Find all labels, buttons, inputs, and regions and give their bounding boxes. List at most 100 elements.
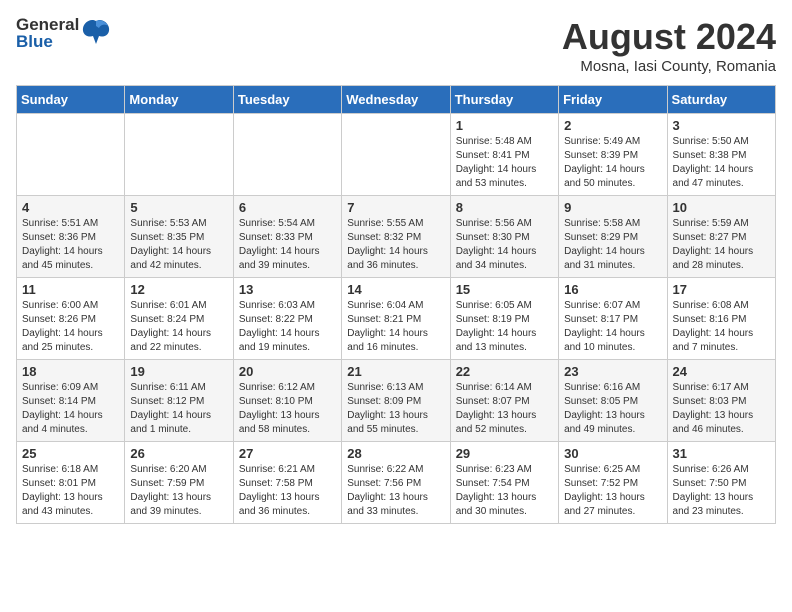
day-info: Sunrise: 6:01 AMSunset: 8:24 PMDaylight:…: [130, 299, 227, 355]
day-info: Sunrise: 5:48 AMSunset: 8:41 PMDaylight:…: [456, 135, 553, 191]
weekday-header-friday: Friday: [559, 86, 667, 114]
calendar-week-5: 25Sunrise: 6:18 AMSunset: 8:01 PMDayligh…: [17, 442, 776, 524]
day-info: Sunrise: 6:20 AMSunset: 7:59 PMDaylight:…: [130, 463, 227, 519]
calendar-cell: 26 Sunrise: 6:20 AMSunset: 7:59 PMDayligh…: [125, 442, 233, 524]
logo-general: General: [16, 16, 79, 33]
logo-bird-icon: [81, 16, 111, 46]
title-block: August 2024 Mosna, Iasi County, Romania: [562, 16, 776, 75]
day-info: Sunrise: 6:05 AMSunset: 8:19 PMDaylight:…: [456, 299, 553, 355]
day-number: 5: [130, 200, 227, 215]
calendar-cell: 13Sunrise: 6:03 AMSunset: 8:22 PMDayligh…: [233, 278, 341, 360]
calendar-week-1: 1 Sunrise: 5:48 AMSunset: 8:41 PMDaylight…: [17, 114, 776, 196]
day-number: 7: [347, 200, 444, 215]
calendar-cell: 24 Sunrise: 6:17 AMSunset: 8:03 PMDayligh…: [667, 360, 775, 442]
day-number: 22: [456, 364, 553, 379]
day-info: Sunrise: 5:51 AMSunset: 8:36 PMDaylight:…: [22, 217, 119, 273]
day-info: Sunrise: 5:49 AMSunset: 8:39 PMDaylight:…: [564, 135, 661, 191]
day-number: 21: [347, 364, 444, 379]
day-number: 12: [130, 282, 227, 297]
calendar-cell: 22 Sunrise: 6:14 AMSunset: 8:07 PMDayligh…: [450, 360, 558, 442]
calendar-cell: 12 Sunrise: 6:01 AMSunset: 8:24 PMDayligh…: [125, 278, 233, 360]
calendar-cell: 14Sunrise: 6:04 AMSunset: 8:21 PMDayligh…: [342, 278, 450, 360]
weekday-header-saturday: Saturday: [667, 86, 775, 114]
calendar-cell: [125, 114, 233, 196]
logo: General Blue: [16, 16, 111, 50]
day-number: 29: [456, 446, 553, 461]
location-subtitle: Mosna, Iasi County, Romania: [562, 58, 776, 75]
day-info: Sunrise: 5:53 AMSunset: 8:35 PMDaylight:…: [130, 217, 227, 273]
calendar-cell: 15 Sunrise: 6:05 AMSunset: 8:19 PMDayligh…: [450, 278, 558, 360]
day-number: 23: [564, 364, 661, 379]
day-number: 27: [239, 446, 336, 461]
day-info: Sunrise: 6:25 AMSunset: 7:52 PMDaylight:…: [564, 463, 661, 519]
calendar-cell: 31 Sunrise: 6:26 AMSunset: 7:50 PMDayligh…: [667, 442, 775, 524]
day-number: 11: [22, 282, 119, 297]
weekday-header-sunday: Sunday: [17, 86, 125, 114]
calendar-cell: 20 Sunrise: 6:12 AMSunset: 8:10 PMDayligh…: [233, 360, 341, 442]
calendar-cell: 27 Sunrise: 6:21 AMSunset: 7:58 PMDayligh…: [233, 442, 341, 524]
day-info: Sunrise: 6:17 AMSunset: 8:03 PMDaylight:…: [673, 381, 770, 437]
calendar-cell: 1 Sunrise: 5:48 AMSunset: 8:41 PMDaylight…: [450, 114, 558, 196]
day-number: 26: [130, 446, 227, 461]
day-number: 24: [673, 364, 770, 379]
calendar-cell: [233, 114, 341, 196]
day-number: 19: [130, 364, 227, 379]
month-year-title: August 2024: [562, 16, 776, 58]
calendar-cell: 9 Sunrise: 5:58 AMSunset: 8:29 PMDaylight…: [559, 196, 667, 278]
day-info: Sunrise: 5:58 AMSunset: 8:29 PMDaylight:…: [564, 217, 661, 273]
day-info: Sunrise: 6:08 AMSunset: 8:16 PMDaylight:…: [673, 299, 770, 355]
calendar-cell: [342, 114, 450, 196]
calendar-cell: 16 Sunrise: 6:07 AMSunset: 8:17 PMDayligh…: [559, 278, 667, 360]
day-info: Sunrise: 6:26 AMSunset: 7:50 PMDaylight:…: [673, 463, 770, 519]
calendar-cell: 10Sunrise: 5:59 AMSunset: 8:27 PMDayligh…: [667, 196, 775, 278]
day-info: Sunrise: 5:56 AMSunset: 8:30 PMDaylight:…: [456, 217, 553, 273]
day-info: Sunrise: 6:11 AMSunset: 8:12 PMDaylight:…: [130, 381, 227, 437]
calendar-cell: 8 Sunrise: 5:56 AMSunset: 8:30 PMDaylight…: [450, 196, 558, 278]
weekday-header-thursday: Thursday: [450, 86, 558, 114]
day-info: Sunrise: 6:12 AMSunset: 8:10 PMDaylight:…: [239, 381, 336, 437]
day-info: Sunrise: 5:50 AMSunset: 8:38 PMDaylight:…: [673, 135, 770, 191]
day-info: Sunrise: 6:21 AMSunset: 7:58 PMDaylight:…: [239, 463, 336, 519]
day-number: 2: [564, 118, 661, 133]
calendar-cell: 11 Sunrise: 6:00 AMSunset: 8:26 PMDayligh…: [17, 278, 125, 360]
day-info: Sunrise: 6:00 AMSunset: 8:26 PMDaylight:…: [22, 299, 119, 355]
calendar-cell: 17Sunrise: 6:08 AMSunset: 8:16 PMDayligh…: [667, 278, 775, 360]
day-info: Sunrise: 6:23 AMSunset: 7:54 PMDaylight:…: [456, 463, 553, 519]
calendar-cell: 18Sunrise: 6:09 AMSunset: 8:14 PMDayligh…: [17, 360, 125, 442]
calendar-cell: 23Sunrise: 6:16 AMSunset: 8:05 PMDayligh…: [559, 360, 667, 442]
weekday-header-wednesday: Wednesday: [342, 86, 450, 114]
calendar-cell: 3 Sunrise: 5:50 AMSunset: 8:38 PMDaylight…: [667, 114, 775, 196]
day-number: 16: [564, 282, 661, 297]
calendar-cell: 4Sunrise: 5:51 AMSunset: 8:36 PMDaylight…: [17, 196, 125, 278]
calendar-cell: 30 Sunrise: 6:25 AMSunset: 7:52 PMDayligh…: [559, 442, 667, 524]
day-number: 3: [673, 118, 770, 133]
day-number: 8: [456, 200, 553, 215]
day-info: Sunrise: 5:54 AMSunset: 8:33 PMDaylight:…: [239, 217, 336, 273]
day-info: Sunrise: 6:14 AMSunset: 8:07 PMDaylight:…: [456, 381, 553, 437]
calendar-cell: 21Sunrise: 6:13 AMSunset: 8:09 PMDayligh…: [342, 360, 450, 442]
weekday-header-monday: Monday: [125, 86, 233, 114]
calendar-cell: 28Sunrise: 6:22 AMSunset: 7:56 PMDayligh…: [342, 442, 450, 524]
day-info: Sunrise: 6:09 AMSunset: 8:14 PMDaylight:…: [22, 381, 119, 437]
day-info: Sunrise: 5:59 AMSunset: 8:27 PMDaylight:…: [673, 217, 770, 273]
weekday-header-row: SundayMondayTuesdayWednesdayThursdayFrid…: [17, 86, 776, 114]
calendar-cell: 19 Sunrise: 6:11 AMSunset: 8:12 PMDayligh…: [125, 360, 233, 442]
day-number: 25: [22, 446, 119, 461]
day-number: 28: [347, 446, 444, 461]
day-number: 1: [456, 118, 553, 133]
day-info: Sunrise: 5:55 AMSunset: 8:32 PMDaylight:…: [347, 217, 444, 273]
day-number: 15: [456, 282, 553, 297]
calendar-week-2: 4Sunrise: 5:51 AMSunset: 8:36 PMDaylight…: [17, 196, 776, 278]
day-number: 20: [239, 364, 336, 379]
day-number: 13: [239, 282, 336, 297]
calendar-table: SundayMondayTuesdayWednesdayThursdayFrid…: [16, 85, 776, 524]
calendar-cell: 29 Sunrise: 6:23 AMSunset: 7:54 PMDayligh…: [450, 442, 558, 524]
logo-blue: Blue: [16, 33, 79, 50]
day-number: 31: [673, 446, 770, 461]
day-number: 9: [564, 200, 661, 215]
weekday-header-tuesday: Tuesday: [233, 86, 341, 114]
calendar-cell: 7 Sunrise: 5:55 AMSunset: 8:32 PMDaylight…: [342, 196, 450, 278]
calendar-cell: [17, 114, 125, 196]
day-info: Sunrise: 6:07 AMSunset: 8:17 PMDaylight:…: [564, 299, 661, 355]
day-number: 30: [564, 446, 661, 461]
